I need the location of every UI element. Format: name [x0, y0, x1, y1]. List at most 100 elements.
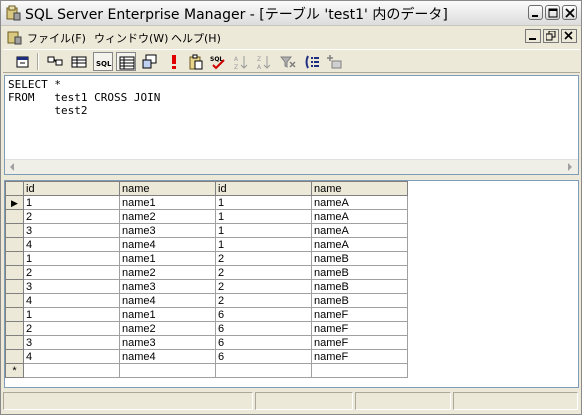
- table-row[interactable]: 2 name2 6 nameF: [5, 321, 408, 336]
- row-selector[interactable]: ▶: [5, 195, 24, 210]
- table-row[interactable]: 2 name2 2 nameB: [5, 265, 408, 280]
- child-minimize-button[interactable]: [525, 29, 541, 43]
- sql-line[interactable]: FROM test1 CROSS JOIN: [8, 91, 160, 104]
- table-cell[interactable]: [23, 363, 120, 378]
- table-cell[interactable]: nameF: [311, 335, 408, 350]
- column-header[interactable]: id: [23, 181, 120, 196]
- table-cell[interactable]: name1: [119, 251, 216, 266]
- table-cell[interactable]: 6: [215, 321, 312, 336]
- row-selector[interactable]: [5, 307, 24, 322]
- remove-filter-button[interactable]: [278, 52, 298, 71]
- app-icon[interactable]: [5, 5, 21, 21]
- table-cell[interactable]: 2: [215, 293, 312, 308]
- table-row[interactable]: 4 name4 1 nameA: [5, 237, 408, 252]
- table-cell[interactable]: name4: [119, 293, 216, 308]
- sort-descending-button[interactable]: ZA: [254, 52, 274, 71]
- table-cell[interactable]: 4: [23, 237, 120, 252]
- row-selector[interactable]: [5, 349, 24, 364]
- table-cell[interactable]: name2: [119, 265, 216, 280]
- grid-pane-button[interactable]: [69, 52, 89, 71]
- table-cell[interactable]: name1: [119, 307, 216, 322]
- table-cell[interactable]: 2: [23, 209, 120, 224]
- table-row[interactable]: 3 name3 2 nameB: [5, 279, 408, 294]
- table-cell[interactable]: 2: [215, 265, 312, 280]
- row-selector-header[interactable]: [5, 181, 24, 196]
- table-cell[interactable]: 2: [23, 321, 120, 336]
- table-cell[interactable]: nameB: [311, 279, 408, 294]
- table-cell[interactable]: 1: [215, 237, 312, 252]
- table-cell[interactable]: nameF: [311, 349, 408, 364]
- table-cell[interactable]: [311, 363, 408, 378]
- table-cell[interactable]: nameF: [311, 307, 408, 322]
- document-icon[interactable]: [6, 29, 22, 45]
- table-cell[interactable]: nameF: [311, 321, 408, 336]
- table-cell[interactable]: 2: [23, 265, 120, 280]
- horizontal-scrollbar[interactable]: [5, 159, 578, 174]
- table-row[interactable]: 2 name2 1 nameA: [5, 209, 408, 224]
- close-button[interactable]: [562, 5, 577, 20]
- table-row[interactable]: 4 name4 6 nameF: [5, 349, 408, 364]
- table-row[interactable]: 1 name1 6 nameF: [5, 307, 408, 322]
- title-bar[interactable]: SQL Server Enterprise Manager - [テーブル 't…: [1, 1, 581, 26]
- row-selector[interactable]: [5, 265, 24, 280]
- table-cell[interactable]: 4: [23, 293, 120, 308]
- table-cell[interactable]: [215, 363, 312, 378]
- table-cell[interactable]: 2: [215, 279, 312, 294]
- table-cell[interactable]: 2: [215, 251, 312, 266]
- minimize-button[interactable]: [528, 5, 543, 20]
- menu-window[interactable]: ウィンドウ(W): [94, 30, 168, 46]
- sort-ascending-button[interactable]: AZ: [231, 52, 251, 71]
- table-cell[interactable]: nameB: [311, 293, 408, 308]
- table-row[interactable]: 3 name3 6 nameF: [5, 335, 408, 350]
- change-query-type-button[interactable]: [140, 52, 160, 71]
- table-cell[interactable]: 1: [215, 195, 312, 210]
- run-button[interactable]: [164, 52, 184, 71]
- table-cell[interactable]: nameB: [311, 265, 408, 280]
- table-cell[interactable]: nameA: [311, 209, 408, 224]
- table-cell[interactable]: nameA: [311, 223, 408, 238]
- sql-pane-button[interactable]: SQL: [93, 52, 113, 71]
- table-cell[interactable]: name3: [119, 223, 216, 238]
- sql-line[interactable]: test2: [8, 104, 87, 117]
- table-cell[interactable]: 1: [23, 195, 120, 210]
- row-selector[interactable]: [5, 237, 24, 252]
- table-cell[interactable]: 3: [23, 223, 120, 238]
- check-sql-button[interactable]: SQL: [208, 52, 228, 71]
- child-restore-button[interactable]: [543, 29, 559, 43]
- row-selector[interactable]: [5, 335, 24, 350]
- menu-help[interactable]: ヘルプ(H): [171, 30, 221, 46]
- scroll-left-button[interactable]: [5, 160, 20, 174]
- table-cell[interactable]: 1: [215, 223, 312, 238]
- results-pane-button[interactable]: [116, 52, 136, 71]
- table-cell[interactable]: 4: [23, 349, 120, 364]
- table-cell[interactable]: name3: [119, 279, 216, 294]
- row-selector[interactable]: [5, 223, 24, 238]
- diagram-pane-button[interactable]: [45, 52, 65, 71]
- column-header[interactable]: name: [311, 181, 408, 196]
- row-selector[interactable]: [5, 209, 24, 224]
- table-cell[interactable]: [119, 363, 216, 378]
- table-row[interactable]: 1 name1 2 nameB: [5, 251, 408, 266]
- row-selector[interactable]: [5, 279, 24, 294]
- table-cell[interactable]: name3: [119, 335, 216, 350]
- table-cell[interactable]: nameB: [311, 251, 408, 266]
- table-row[interactable]: 3 name3 1 nameA: [5, 223, 408, 238]
- table-cell[interactable]: nameA: [311, 195, 408, 210]
- column-header[interactable]: name: [119, 181, 216, 196]
- new-row[interactable]: *: [5, 363, 408, 378]
- row-selector[interactable]: [5, 251, 24, 266]
- table-cell[interactable]: 3: [23, 335, 120, 350]
- verify-sql-button[interactable]: [186, 52, 206, 71]
- table-cell[interactable]: 6: [215, 349, 312, 364]
- properties-button[interactable]: [13, 52, 33, 71]
- sql-line[interactable]: SELECT *: [8, 78, 61, 91]
- scroll-right-button[interactable]: [563, 160, 578, 174]
- table-cell[interactable]: name2: [119, 321, 216, 336]
- table-cell[interactable]: name2: [119, 209, 216, 224]
- table-cell[interactable]: 6: [215, 335, 312, 350]
- group-by-button[interactable]: [302, 52, 322, 71]
- table-row[interactable]: 4 name4 2 nameB: [5, 293, 408, 308]
- add-table-button[interactable]: [324, 52, 344, 71]
- table-cell[interactable]: name1: [119, 195, 216, 210]
- table-cell[interactable]: name4: [119, 349, 216, 364]
